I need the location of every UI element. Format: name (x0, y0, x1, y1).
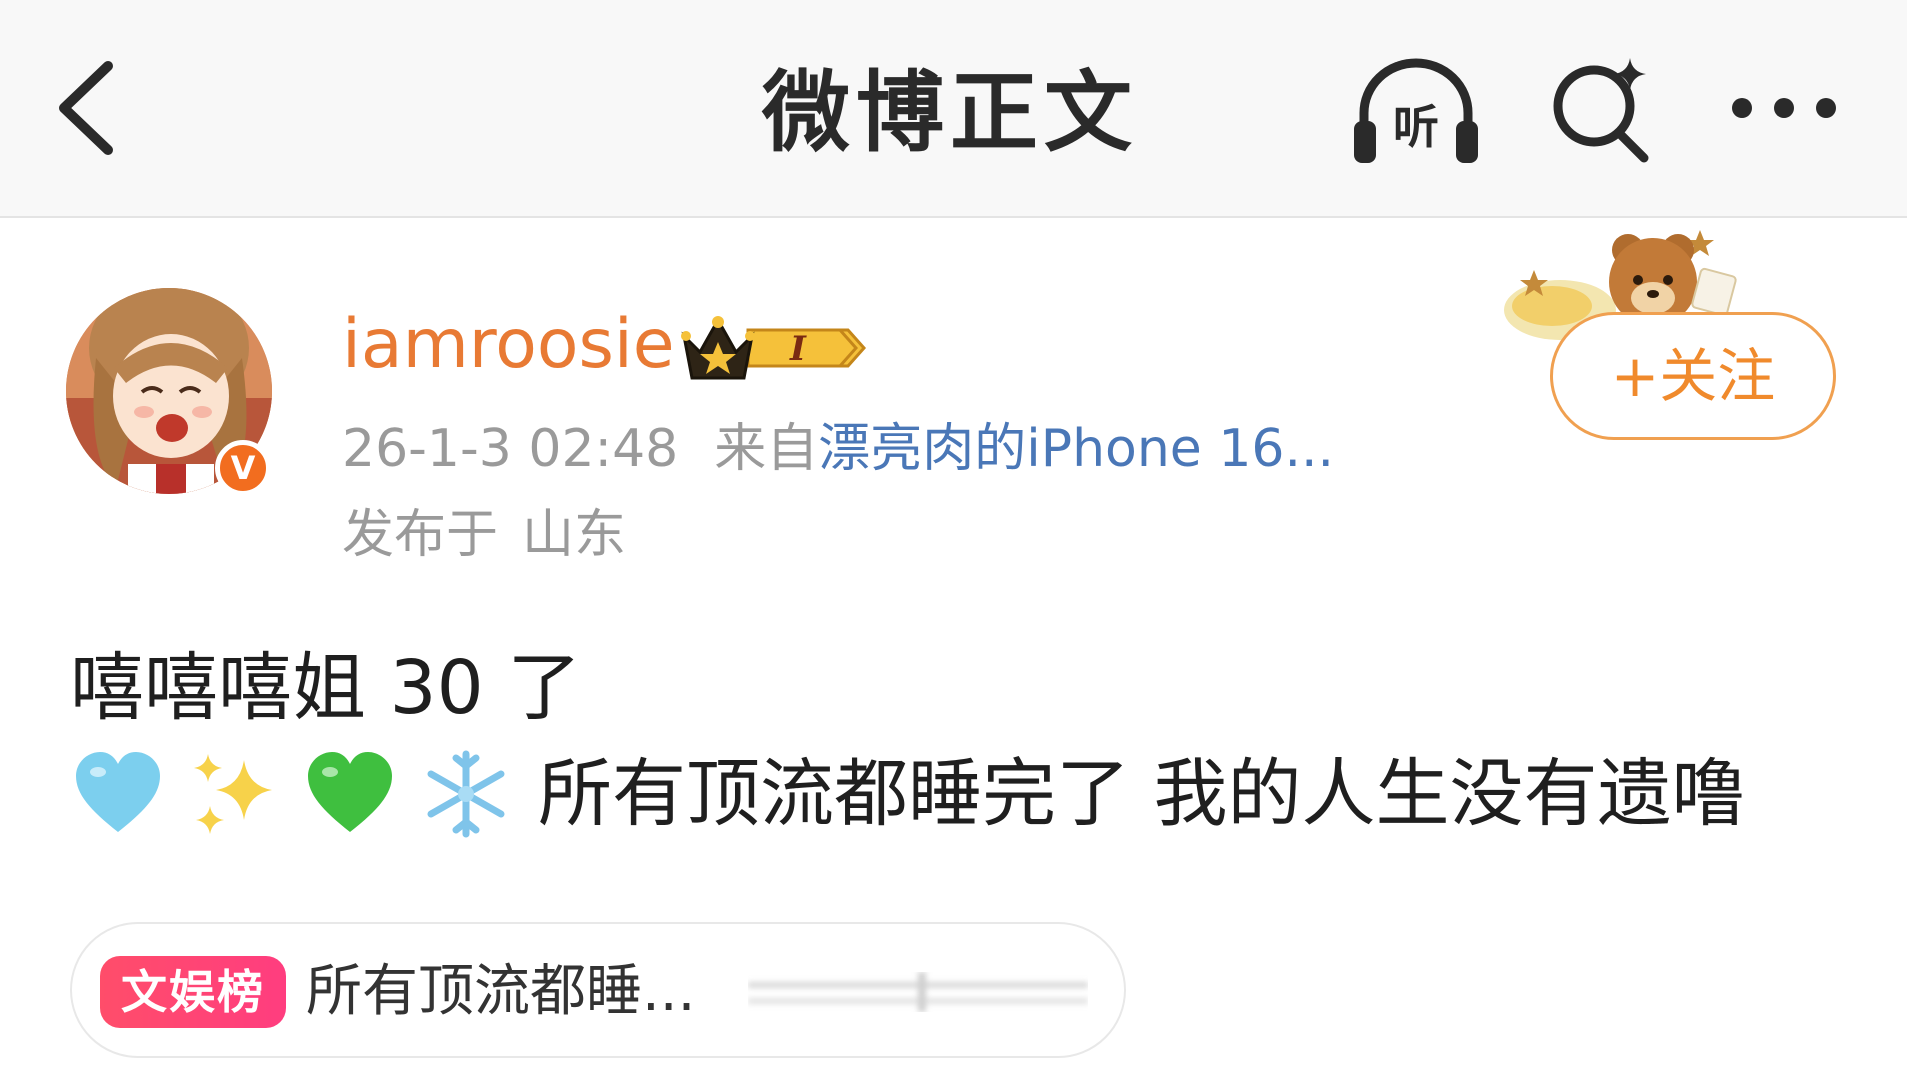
post-location: 发布于 山东 (342, 500, 626, 570)
topic-card[interactable]: 文娱榜 所有顶流都睡... (70, 922, 1126, 1058)
post-meta: 26-1-3 02:48 来自漂亮肉的iPhone 16... (342, 414, 1334, 484)
light-blue-heart-icon (76, 752, 160, 832)
headphones-listen-icon: 听 (1354, 58, 1478, 163)
listen-button[interactable]: 听 (1348, 55, 1484, 165)
sparkles-icon (194, 754, 272, 834)
location-value: 山东 (522, 505, 627, 565)
vip-crown-badge[interactable]: I (678, 308, 868, 388)
back-button[interactable] (52, 58, 122, 158)
post-text-line1: 嘻嘻嘻姐 30 了 (70, 645, 582, 731)
back-arrow-icon (59, 61, 113, 155)
top-nav-bar: 微博正文 听 (0, 0, 1907, 218)
crown-icon: I (681, 316, 867, 380)
topic-text: 所有顶流都睡... (306, 959, 696, 1024)
username[interactable]: iamroosie (342, 300, 675, 390)
blurred-content-icon (748, 972, 1088, 1012)
more-button[interactable] (1728, 78, 1840, 138)
weibo-post-page: 微博正文 听 V iamroosie I 26-1-3 02:48 来自漂亮肉的… (0, 0, 1907, 1080)
follow-button[interactable]: +关注 (1550, 312, 1836, 440)
search-button[interactable] (1546, 52, 1656, 164)
verified-badge: V (215, 440, 271, 496)
source-prefix: 来自 (714, 419, 819, 479)
more-dots-icon (1732, 98, 1836, 118)
location-prefix: 发布于 (342, 505, 499, 565)
listen-label: 听 (1393, 100, 1439, 154)
snowflake-icon (427, 750, 505, 838)
post-text-line2-content: 所有顶流都睡完了 我的人生没有遗噜 (538, 751, 1746, 837)
post-time: 26-1-3 02:48 (342, 419, 679, 479)
source-device-link[interactable]: 漂亮肉的iPhone 16... (818, 419, 1334, 479)
vip-level: I (789, 329, 807, 369)
post-text-line2: 所有顶流都睡完了 我的人生没有遗噜 (70, 738, 1746, 850)
search-sparkle-icon (1553, 58, 1649, 163)
page-title: 微博正文 (761, 61, 1138, 164)
topic-badge: 文娱榜 (100, 956, 286, 1028)
green-heart-icon (308, 752, 392, 832)
